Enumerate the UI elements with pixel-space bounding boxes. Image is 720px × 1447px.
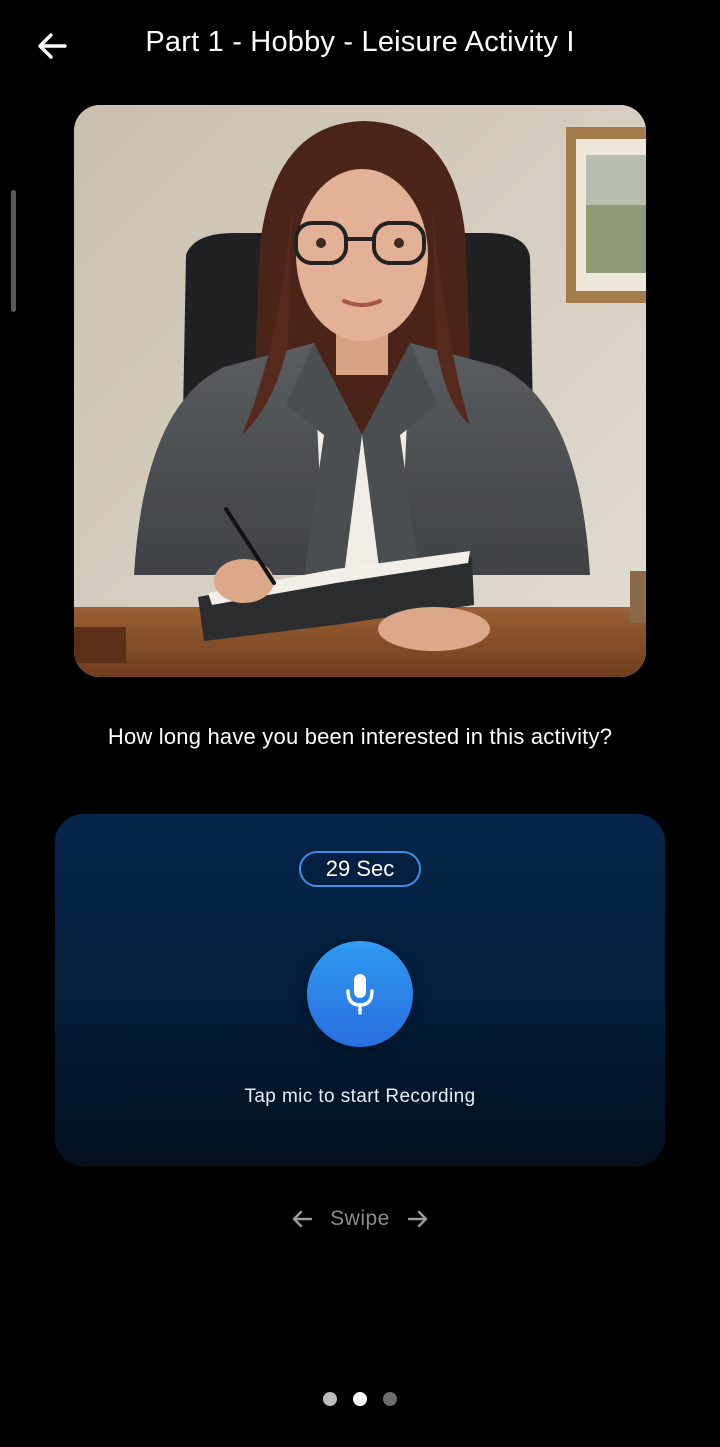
page-dot-2[interactable] xyxy=(353,1392,367,1406)
scrollbar[interactable] xyxy=(11,190,16,312)
timer-badge: 29 Sec xyxy=(299,851,421,887)
swipe-label: Swipe xyxy=(330,1207,390,1230)
page-dot-3[interactable] xyxy=(383,1392,397,1406)
mic-button[interactable] xyxy=(307,941,413,1047)
swipe-navigation: Swipe xyxy=(0,1202,720,1236)
swipe-left-button[interactable] xyxy=(290,1207,314,1231)
swipe-right-button[interactable] xyxy=(406,1207,430,1231)
examiner-photo xyxy=(74,105,646,677)
recording-panel: 29 Sec Tap mic to start Recording xyxy=(55,814,665,1166)
arrow-right-icon xyxy=(407,1210,428,1228)
arrow-left-icon xyxy=(292,1210,313,1228)
microphone-icon xyxy=(346,974,374,1015)
page-dot-1[interactable] xyxy=(323,1392,337,1406)
page-title: Part 1 - Hobby - Leisure Activity I xyxy=(145,26,575,58)
page-indicator xyxy=(0,1392,720,1406)
top-bar: Part 1 - Hobby - Leisure Activity I xyxy=(0,0,720,90)
record-hint: Tap mic to start Recording xyxy=(244,1086,476,1107)
question-text: How long have you been interested in thi… xyxy=(107,724,613,749)
